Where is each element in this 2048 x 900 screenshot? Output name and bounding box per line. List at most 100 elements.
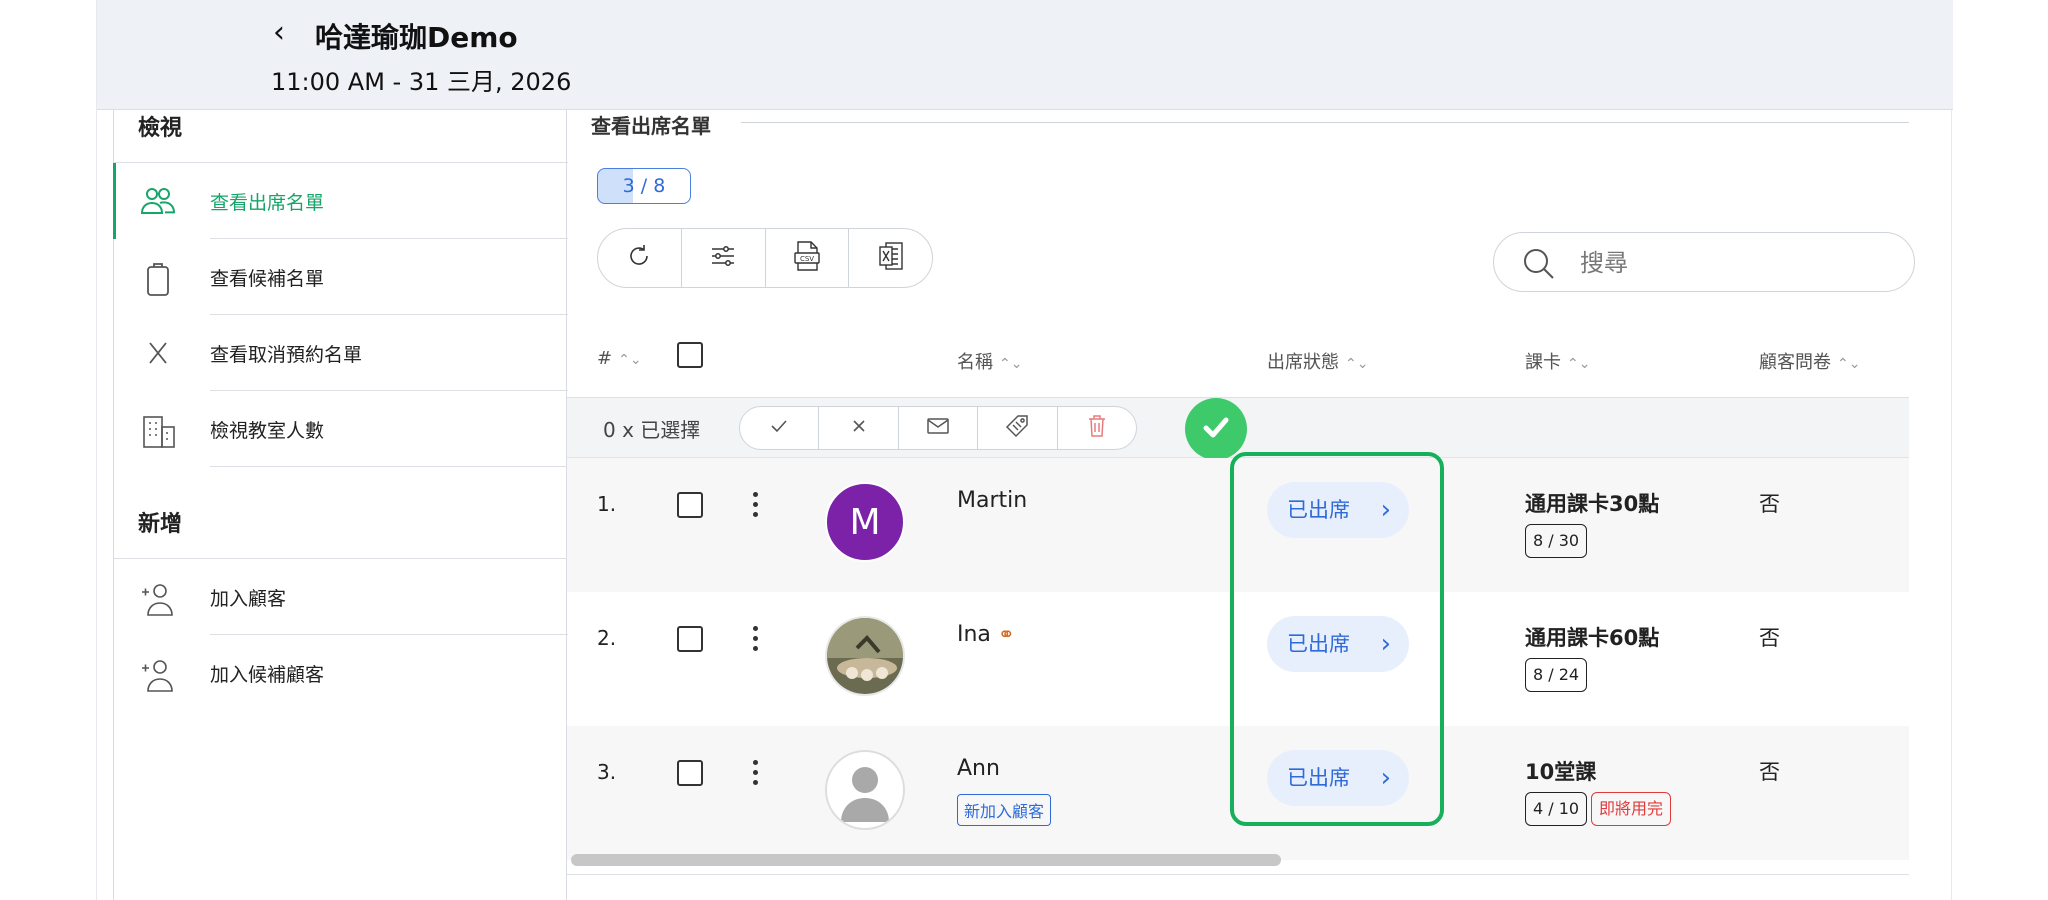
- refresh-icon: [625, 242, 653, 274]
- divider: [210, 466, 568, 467]
- row-number: 3.: [597, 760, 617, 784]
- divider: [741, 122, 1909, 123]
- refresh-button[interactable]: [598, 229, 682, 287]
- pass-name: 通用課卡60點: [1525, 626, 1660, 650]
- sidebar-heading-view: 檢視: [138, 116, 183, 141]
- column-header-survey[interactable]: 顧客問卷 ⌃⌄: [1759, 348, 1860, 374]
- close-icon: [849, 416, 869, 440]
- filter-button[interactable]: [682, 229, 766, 287]
- building-icon: [140, 413, 176, 448]
- avatar: [825, 750, 905, 830]
- row-checkbox[interactable]: [677, 760, 703, 786]
- row-checkbox[interactable]: [677, 626, 703, 652]
- delete-button[interactable]: [1058, 407, 1136, 449]
- page-title: 哈達瑜珈Demo: [315, 21, 518, 54]
- survey-status: 否: [1759, 626, 1780, 650]
- survey-status: 否: [1759, 760, 1780, 784]
- sidebar-item-label: 查看候補名單: [210, 268, 325, 290]
- sidebar: 檢視 查看出席名單 查看候補名單 查看取消預約名單 檢視教室人數 新增 加入顧客…: [113, 110, 568, 900]
- sort-icon: ⌃⌄: [999, 356, 1023, 372]
- close-icon: [140, 337, 176, 369]
- bulk-action-bar: 0 x 已選擇: [567, 398, 1909, 460]
- pass-usage-badge: 8 / 24: [1525, 658, 1588, 692]
- avatar: M: [825, 482, 905, 562]
- pretzel-icon: ⚭: [997, 622, 1015, 646]
- confirm-check-button[interactable]: [1185, 398, 1247, 460]
- column-header-status[interactable]: 出席狀態 ⌃⌄: [1267, 348, 1368, 374]
- sidebar-heading-add: 新增: [138, 512, 183, 537]
- csv-file-icon: CSV: [792, 240, 822, 276]
- sidebar-item-room-capacity[interactable]: 檢視教室人數: [114, 391, 568, 467]
- new-customer-tag: 新加入顧客: [957, 794, 1052, 826]
- pass-usage-badge: 8 / 30: [1525, 524, 1588, 558]
- more-options-icon[interactable]: [753, 492, 759, 522]
- horizontal-scrollbar[interactable]: [571, 854, 1281, 866]
- session-datetime: 11:00 AM - 31 三月, 2026: [271, 68, 572, 96]
- sidebar-item-attendance[interactable]: 查看出席名單: [113, 163, 568, 239]
- check-icon: [1198, 409, 1234, 449]
- mark-absent-button[interactable]: [819, 407, 899, 449]
- row-number: 1.: [597, 492, 617, 516]
- column-header-number[interactable]: # ⌃⌄: [597, 348, 642, 369]
- export-excel-button[interactable]: [849, 229, 932, 287]
- sidebar-item-label: 加入顧客: [210, 588, 287, 610]
- mail-icon: [926, 416, 950, 440]
- header: ‹ 哈達瑜珈Demo 11:00 AM - 31 三月, 2026: [97, 0, 1953, 110]
- row-number: 2.: [597, 626, 617, 650]
- column-label: 出席狀態: [1267, 352, 1339, 373]
- pass-name: 通用課卡30點: [1525, 492, 1660, 516]
- column-label: 名稱: [957, 352, 993, 373]
- more-options-icon[interactable]: [753, 760, 759, 790]
- search-box[interactable]: [1493, 232, 1915, 292]
- search-input[interactable]: [1580, 245, 1880, 281]
- sidebar-item-add-waitlist-customer[interactable]: 加入候補顧客: [114, 635, 568, 711]
- sort-icon: ⌃⌄: [1837, 356, 1861, 372]
- export-csv-button[interactable]: CSV: [766, 229, 850, 287]
- sliders-icon: [709, 242, 737, 274]
- column-label: 顧客問卷: [1759, 352, 1831, 373]
- sidebar-item-label: 檢視教室人數: [210, 420, 325, 442]
- add-user-icon: [140, 581, 176, 616]
- avatar-letter: M: [849, 501, 881, 543]
- more-options-icon[interactable]: [753, 626, 759, 656]
- column-label: #: [597, 348, 613, 369]
- default-user-icon: [827, 767, 903, 828]
- column-label: 課卡: [1525, 352, 1561, 373]
- sidebar-item-label: 查看取消預約名單: [210, 344, 363, 366]
- check-icon: [768, 415, 790, 441]
- app-window: ‹ 哈達瑜珈Demo 11:00 AM - 31 三月, 2026 檢視 查看出…: [96, 0, 1953, 900]
- attendance-status-highlight: [1230, 452, 1444, 826]
- selection-count: 0 x 已選擇: [603, 418, 701, 442]
- row-checkbox[interactable]: [677, 492, 703, 518]
- send-email-button[interactable]: [899, 407, 979, 449]
- customer-name[interactable]: Martin: [957, 488, 1027, 513]
- column-header-card[interactable]: 課卡 ⌃⌄: [1525, 348, 1590, 374]
- survey-status: 否: [1759, 492, 1780, 516]
- pass-name: 10堂課: [1525, 760, 1597, 784]
- avatar: [825, 616, 905, 696]
- attendance-count-badge: 3 / 8: [597, 168, 691, 204]
- trash-icon: [1087, 414, 1107, 442]
- customer-name[interactable]: Ina ⚭: [957, 622, 1015, 647]
- pass-usage-badge: 4 / 10: [1525, 792, 1588, 826]
- users-icon: [140, 185, 176, 217]
- bulk-actions: [739, 406, 1137, 450]
- excel-file-icon: [876, 240, 906, 276]
- sidebar-item-label: 加入候補顧客: [210, 664, 325, 686]
- sidebar-item-waitlist[interactable]: 查看候補名單: [114, 239, 568, 315]
- table-header: # ⌃⌄ 名稱 ⌃⌄ 出席狀態 ⌃⌄ 課卡 ⌃⌄ 顧客問卷 ⌃⌄: [567, 320, 1909, 398]
- mark-attended-button[interactable]: [740, 407, 820, 449]
- sidebar-item-add-customer[interactable]: 加入顧客: [114, 559, 568, 635]
- section-title: 查看出席名單: [591, 114, 711, 138]
- customer-name[interactable]: Ann: [957, 756, 1000, 781]
- column-header-name[interactable]: 名稱 ⌃⌄: [957, 348, 1022, 374]
- chevron-left-icon[interactable]: ‹: [273, 14, 285, 52]
- tag-button[interactable]: [978, 407, 1058, 449]
- sidebar-item-cancellations[interactable]: 查看取消預約名單: [114, 315, 568, 391]
- toolbar: CSV: [597, 228, 933, 288]
- add-user-icon: [140, 657, 176, 692]
- clipboard-icon: [140, 261, 176, 296]
- select-all-checkbox[interactable]: [677, 342, 703, 368]
- sort-icon: ⌃⌄: [618, 352, 642, 368]
- sidebar-item-label: 查看出席名單: [210, 192, 325, 214]
